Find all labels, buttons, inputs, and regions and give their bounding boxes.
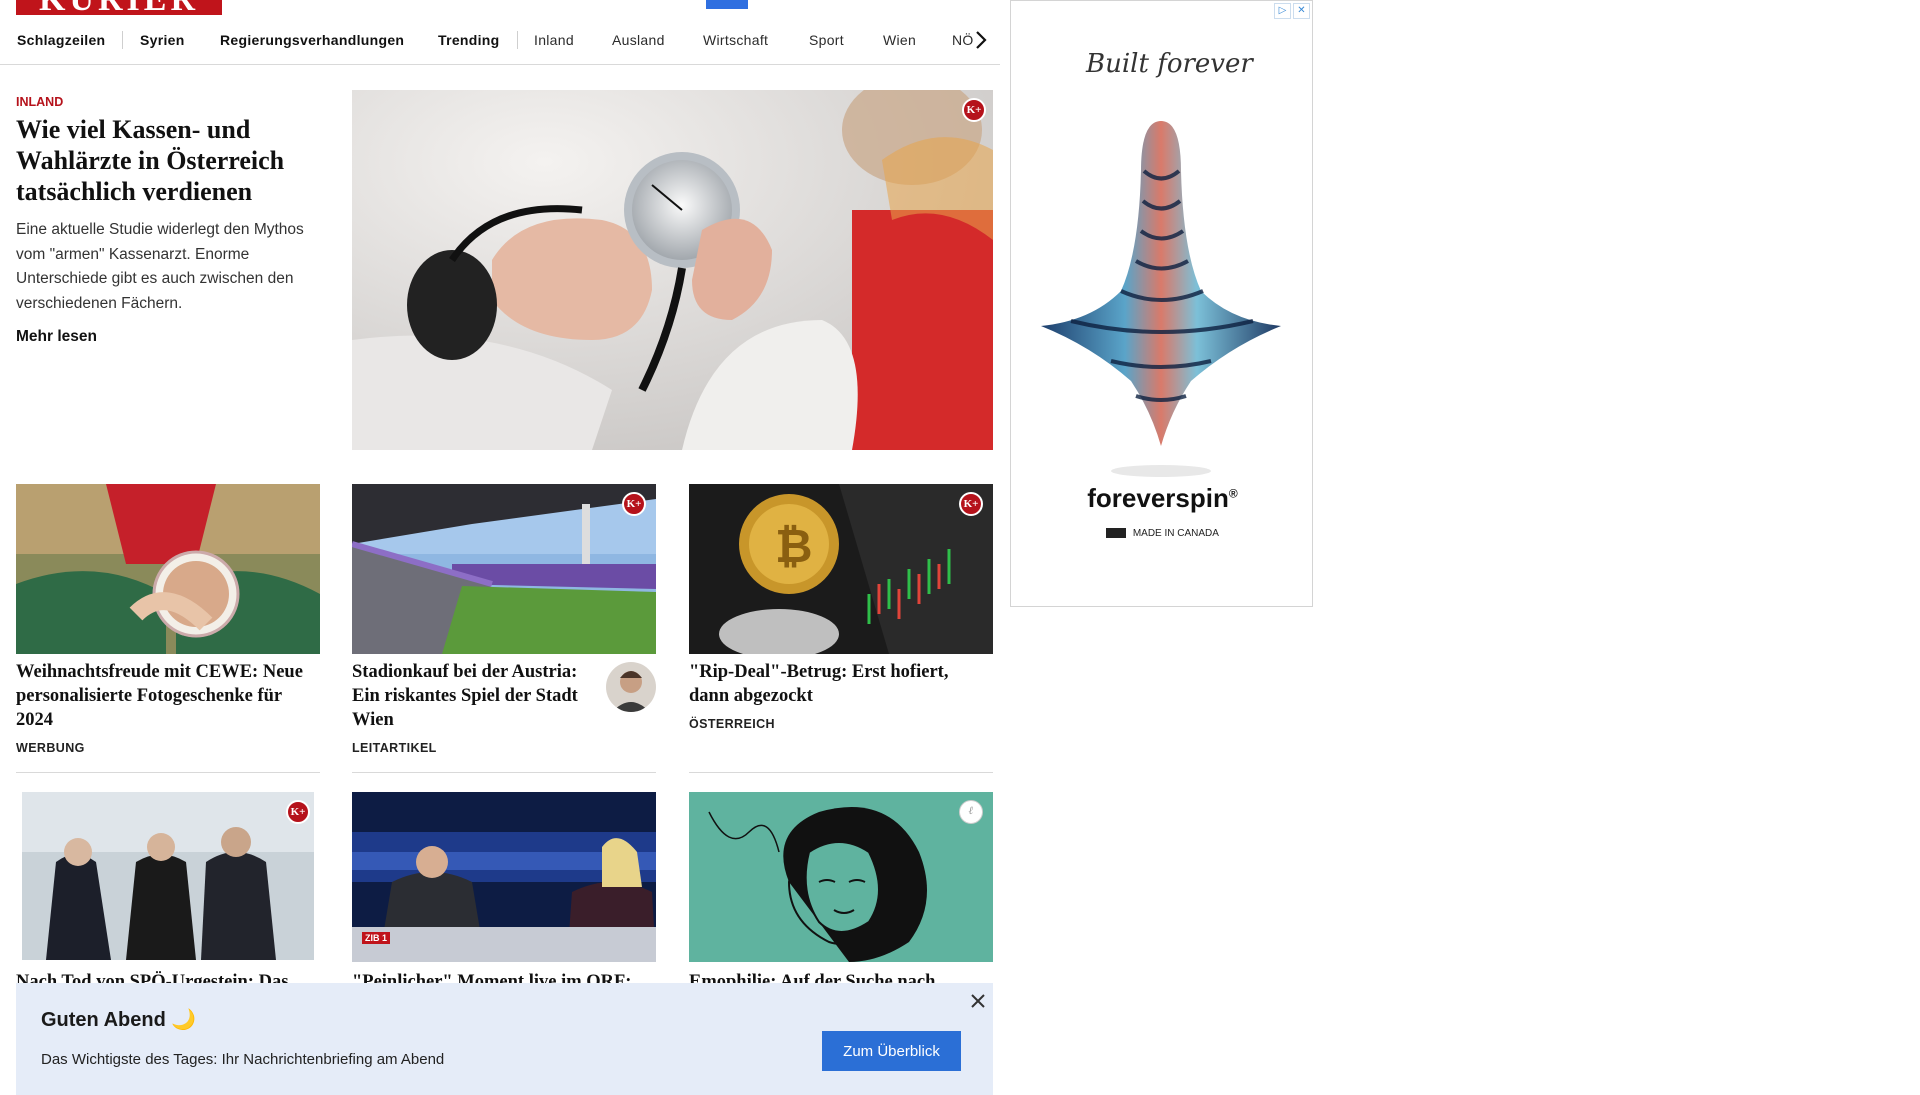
nav-item-wien[interactable]: Wien [883,32,916,48]
stadium-photo [352,484,656,654]
nav-item-sport[interactable]: Sport [809,32,844,48]
card-tag: LEITARTIKEL [352,741,437,755]
card-image-orf[interactable]: ZIB 1 [352,792,656,962]
close-icon[interactable] [966,989,990,1013]
zib-logo: ZIB 1 [362,932,391,944]
nav-item-schlagzeilen[interactable]: Schlagzeilen [17,32,105,48]
premium-badge: K+ [959,492,983,516]
nav-item-syrien[interactable]: Syrien [140,32,185,48]
ad-info-icon[interactable]: ▷ [1274,3,1291,19]
nav-item-ausland[interactable]: Ausland [612,32,665,48]
divider [16,772,320,773]
spoe-photo [16,792,320,962]
main-nav: Schlagzeilen Syrien Regierungsverhandlun… [0,22,1000,65]
card-tag: ÖSTERREICH [689,717,775,731]
banner-text: Das Wichtigste des Tages: Ihr Nachrichte… [41,1051,445,1068]
card-headline[interactable]: "Rip-Deal"-Betrug: Erst hofiert, dann ab… [689,660,989,708]
cewe-photo [16,484,320,654]
divider [352,772,656,773]
card-image-emophilie[interactable]: ℓ [689,792,993,962]
nav-item-regierungsverhandlungen[interactable]: Regierungsverhandlungen [220,32,404,48]
header-button[interactable] [706,0,748,9]
canada-flag-icon [1106,528,1127,539]
nav-separator [122,31,123,49]
read-more-link[interactable]: Mehr lesen [16,328,97,346]
card-image-spoe[interactable]: K+ [16,792,320,962]
card-image-bitcoin[interactable]: ₿ K+ [689,484,993,654]
advertisement[interactable]: ▷ ✕ Built forever foreverspin® MADE IN C… [1010,0,1313,607]
nav-item-wirtschaft[interactable]: Wirtschaft [703,32,768,48]
lead-teaser: Eine aktuelle Studie widerlegt den Mytho… [16,221,304,312]
card-headline[interactable]: Stadionkauf bei der Aus­tria: Ein riskan… [352,660,592,732]
author-avatar[interactable] [606,662,656,712]
blood-pressure-photo [352,90,993,450]
ad-controls: ▷ ✕ [1274,3,1310,19]
ad-made-in: MADE IN CANADA [1011,528,1312,539]
evening-briefing-banner: Guten Abend 🌙 Das Wichtigste des Tages: … [16,983,993,1095]
plus-badge-icon: ℓ [959,800,983,824]
card-headline[interactable]: Weihnachtsfreude mit CEWE: Neue personal… [16,660,316,732]
emophilie-illustration [689,792,993,962]
ad-brand-name: foreverspin [1087,483,1229,513]
card-image-stadium[interactable]: K+ [352,484,656,654]
orf-studio-photo [352,792,656,962]
nav-item-inland[interactable]: Inland [534,32,574,48]
card-tag: WERBUNG [16,741,85,755]
ad-script-text: Built forever [1086,49,1253,79]
overview-button[interactable]: Zum Überblick [822,1031,961,1071]
nav-item-trending[interactable]: Trending [438,32,500,48]
banner-title: Guten Abend 🌙 [41,1009,197,1031]
nav-separator [517,31,518,49]
bitcoin-photo: ₿ [689,484,993,654]
premium-badge: K+ [286,800,310,824]
premium-badge: K+ [622,492,646,516]
premium-badge: K+ [962,98,986,122]
card-image-cewe[interactable] [16,484,320,654]
spinning-top-graphic [1041,121,1281,477]
lead-category[interactable]: INLAND [16,95,63,109]
kurier-logo[interactable]: KURIER [16,0,222,15]
chevron-right-icon[interactable] [974,28,988,52]
close-icon[interactable]: ✕ [1293,3,1310,19]
svg-text:₿: ₿ [775,520,813,572]
ad-brand: foreverspin® [1087,483,1238,513]
lead-image-blood-pressure[interactable]: K+ [352,90,993,450]
lead-headline[interactable]: Wie viel Kassen- und Wahlärzte in Österr… [16,114,316,207]
ad-made-in-text: MADE IN CANADA [1132,528,1219,539]
nav-item-noe[interactable]: NÖ [952,32,974,48]
divider [689,772,993,773]
